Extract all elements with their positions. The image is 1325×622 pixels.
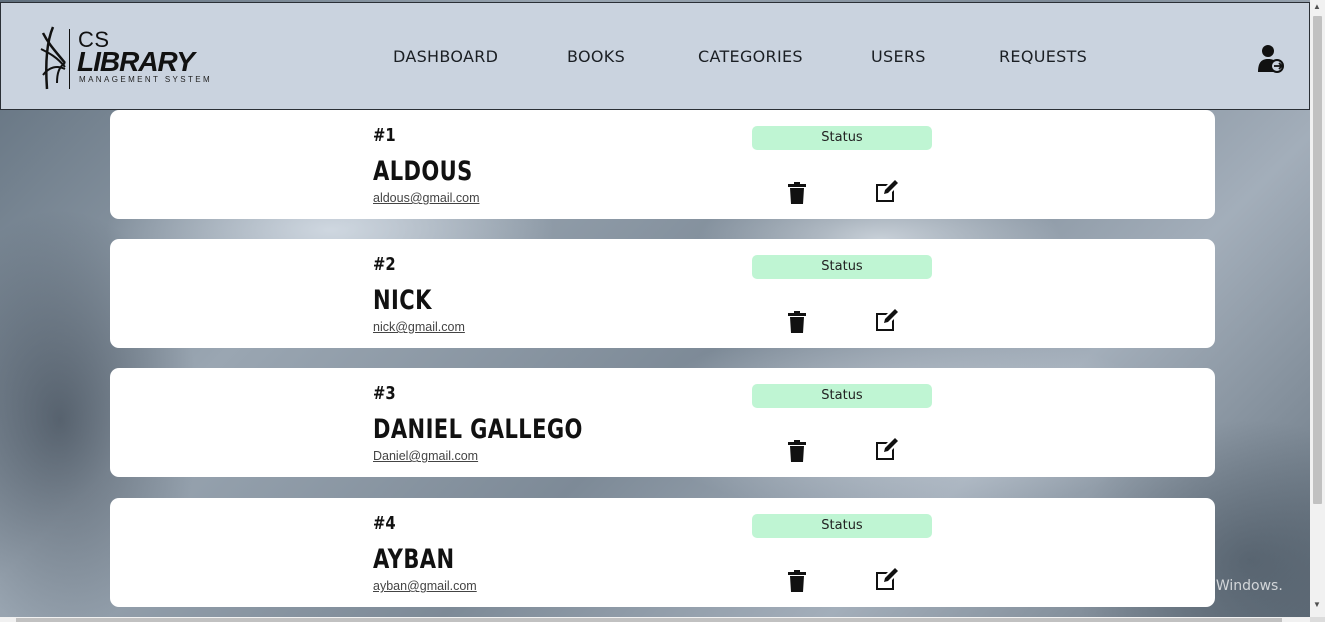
nav-users[interactable]: USERS bbox=[871, 47, 926, 66]
status-badge[interactable]: Status bbox=[752, 514, 932, 538]
user-number: #2 bbox=[373, 254, 396, 275]
watermark-subtitle: Go to Settings to activate Windows. bbox=[1032, 578, 1283, 594]
user-card: #1 ALDOUS aldous@gmail.com Status bbox=[110, 110, 1215, 219]
vertical-scrollbar[interactable]: ▲ ▼ bbox=[1310, 0, 1325, 617]
horizontal-scroll-thumb[interactable] bbox=[16, 618, 1282, 622]
brand-tagline: MANAGEMENT SYSTEM bbox=[79, 75, 213, 84]
vertical-scroll-thumb[interactable] bbox=[1313, 16, 1322, 504]
user-name: DANIEL GALLEGO bbox=[373, 414, 583, 445]
user-card: #2 NICK nick@gmail.com Status bbox=[110, 239, 1215, 348]
scroll-down-icon[interactable]: ▼ bbox=[1313, 600, 1321, 609]
brand-line2: LIBRARY bbox=[77, 46, 195, 77]
library-logo[interactable]: CS LIBRARY MANAGEMENT SYSTEM bbox=[39, 23, 219, 95]
user-number: #3 bbox=[373, 383, 396, 404]
status-badge[interactable]: Status bbox=[752, 126, 932, 150]
nav-books[interactable]: BOOKS bbox=[567, 47, 625, 66]
user-email-link[interactable]: Daniel@gmail.com bbox=[373, 449, 478, 463]
user-name: AYBAN bbox=[373, 544, 455, 575]
book-stripes-icon bbox=[40, 26, 66, 90]
status-badge[interactable]: Status bbox=[752, 384, 932, 408]
user-number: #1 bbox=[373, 125, 396, 146]
logo-divider bbox=[69, 29, 70, 89]
user-logout-icon[interactable] bbox=[1257, 44, 1285, 74]
activate-windows-watermark: Activate Windows Go to Settings to activ… bbox=[1032, 552, 1283, 594]
trash-icon[interactable] bbox=[788, 311, 806, 333]
user-email-link[interactable]: ayban@gmail.com bbox=[373, 579, 477, 593]
user-card: #3 DANIEL GALLEGO Daniel@gmail.com Statu… bbox=[110, 368, 1215, 477]
edit-icon[interactable] bbox=[876, 309, 898, 331]
edit-icon[interactable] bbox=[876, 180, 898, 202]
trash-icon[interactable] bbox=[788, 182, 806, 204]
edit-icon[interactable] bbox=[876, 568, 898, 590]
top-navbar: CS LIBRARY MANAGEMENT SYSTEM DASHBOARD B… bbox=[0, 2, 1310, 110]
scroll-up-icon[interactable]: ▲ bbox=[1313, 2, 1321, 11]
horizontal-scrollbar[interactable] bbox=[0, 617, 1310, 622]
user-name: ALDOUS bbox=[373, 156, 473, 187]
user-name: NICK bbox=[373, 285, 432, 316]
nav-requests[interactable]: REQUESTS bbox=[999, 47, 1087, 66]
edit-icon[interactable] bbox=[876, 438, 898, 460]
trash-icon[interactable] bbox=[788, 570, 806, 592]
nav-dashboard[interactable]: DASHBOARD bbox=[393, 47, 498, 66]
user-email-link[interactable]: nick@gmail.com bbox=[373, 320, 465, 334]
nav-categories[interactable]: CATEGORIES bbox=[698, 47, 803, 66]
user-number: #4 bbox=[373, 513, 396, 534]
status-badge[interactable]: Status bbox=[752, 255, 932, 279]
user-email-link[interactable]: aldous@gmail.com bbox=[373, 191, 479, 205]
scrollbar-corner bbox=[1310, 617, 1325, 622]
watermark-title: Activate Windows bbox=[1032, 552, 1201, 574]
trash-icon[interactable] bbox=[788, 440, 806, 462]
